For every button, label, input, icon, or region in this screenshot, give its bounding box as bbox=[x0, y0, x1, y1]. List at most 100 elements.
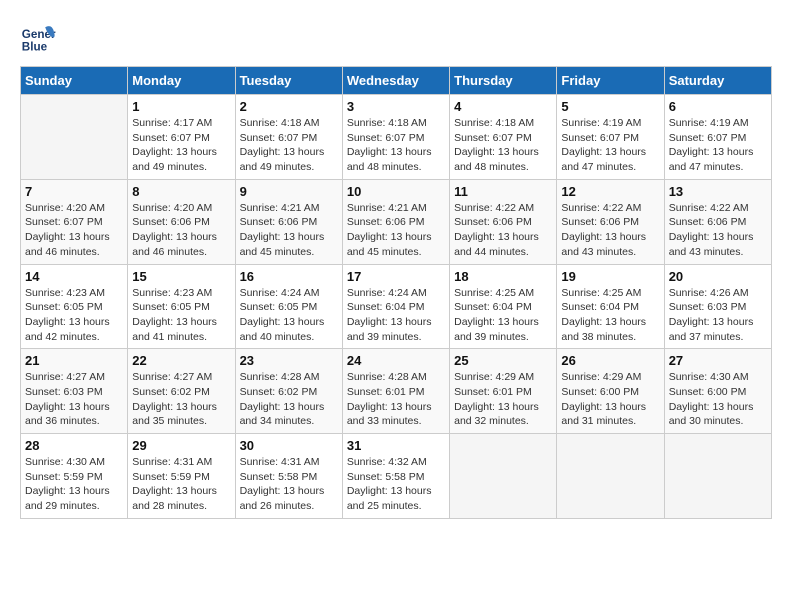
day-number: 17 bbox=[347, 269, 445, 284]
day-info: Sunrise: 4:25 AM Sunset: 6:04 PM Dayligh… bbox=[561, 286, 659, 345]
calendar-cell: 1Sunrise: 4:17 AM Sunset: 6:07 PM Daylig… bbox=[128, 95, 235, 180]
weekday-header: Thursday bbox=[450, 67, 557, 95]
calendar-cell bbox=[450, 434, 557, 519]
day-number: 22 bbox=[132, 353, 230, 368]
calendar-cell: 4 Sunrise: 4:18 AM Sunset: 6:07 PM Daylig… bbox=[450, 95, 557, 180]
day-number: 13 bbox=[669, 184, 767, 199]
day-number: 19 bbox=[561, 269, 659, 284]
weekday-header: Friday bbox=[557, 67, 664, 95]
day-info: Sunrise: 4:27 AM Sunset: 6:03 PM Dayligh… bbox=[25, 370, 123, 429]
day-number: 3 bbox=[347, 99, 445, 114]
calendar-cell: 28 Sunrise: 4:30 AM Sunset: 5:59 PM Dayli… bbox=[21, 434, 128, 519]
calendar-cell: 24 Sunrise: 4:28 AM Sunset: 6:01 PM Dayli… bbox=[342, 349, 449, 434]
day-info: Sunrise: 4:24 AM Sunset: 6:04 PM Dayligh… bbox=[347, 286, 445, 345]
day-number: 28 bbox=[25, 438, 123, 453]
calendar-cell: 11 Sunrise: 4:22 AM Sunset: 6:06 PM Dayli… bbox=[450, 179, 557, 264]
day-number: 4 bbox=[454, 99, 552, 114]
calendar-cell bbox=[21, 95, 128, 180]
day-number: 6 bbox=[669, 99, 767, 114]
calendar-cell: 26Sunrise: 4:29 AM Sunset: 6:00 PM Dayli… bbox=[557, 349, 664, 434]
day-info: Sunrise: 4:32 AM Sunset: 5:58 PM Dayligh… bbox=[347, 455, 445, 514]
day-number: 20 bbox=[669, 269, 767, 284]
calendar-cell: 3 Sunrise: 4:18 AM Sunset: 6:07 PM Daylig… bbox=[342, 95, 449, 180]
day-number: 24 bbox=[347, 353, 445, 368]
calendar-cell: 10 Sunrise: 4:21 AM Sunset: 6:06 PM Dayli… bbox=[342, 179, 449, 264]
day-info: Sunrise: 4:31 AM Sunset: 5:59 PM Dayligh… bbox=[132, 455, 230, 514]
calendar-cell: 14 Sunrise: 4:23 AM Sunset: 6:05 PM Dayli… bbox=[21, 264, 128, 349]
calendar-week-row: 28 Sunrise: 4:30 AM Sunset: 5:59 PM Dayli… bbox=[21, 434, 772, 519]
day-info: Sunrise: 4:18 AM Sunset: 6:07 PM Dayligh… bbox=[454, 116, 552, 175]
day-info: Sunrise: 4:21 AM Sunset: 6:06 PM Dayligh… bbox=[240, 201, 338, 260]
calendar-cell bbox=[664, 434, 771, 519]
day-info: Sunrise: 4:22 AM Sunset: 6:06 PM Dayligh… bbox=[561, 201, 659, 260]
day-info: Sunrise: 4:31 AM Sunset: 5:58 PM Dayligh… bbox=[240, 455, 338, 514]
calendar-cell: 7Sunrise: 4:20 AM Sunset: 6:07 PM Daylig… bbox=[21, 179, 128, 264]
day-info: Sunrise: 4:29 AM Sunset: 6:01 PM Dayligh… bbox=[454, 370, 552, 429]
day-info: Sunrise: 4:19 AM Sunset: 6:07 PM Dayligh… bbox=[669, 116, 767, 175]
svg-text:Blue: Blue bbox=[22, 41, 48, 54]
calendar-week-row: 21 Sunrise: 4:27 AM Sunset: 6:03 PM Dayli… bbox=[21, 349, 772, 434]
day-number: 8 bbox=[132, 184, 230, 199]
calendar-cell: 9 Sunrise: 4:21 AM Sunset: 6:06 PM Daylig… bbox=[235, 179, 342, 264]
day-number: 16 bbox=[240, 269, 338, 284]
calendar-cell: 8 Sunrise: 4:20 AM Sunset: 6:06 PM Daylig… bbox=[128, 179, 235, 264]
calendar-cell: 29 Sunrise: 4:31 AM Sunset: 5:59 PM Dayli… bbox=[128, 434, 235, 519]
day-number: 9 bbox=[240, 184, 338, 199]
day-number: 14 bbox=[25, 269, 123, 284]
day-info: Sunrise: 4:23 AM Sunset: 6:05 PM Dayligh… bbox=[25, 286, 123, 345]
day-info: Sunrise: 4:22 AM Sunset: 6:06 PM Dayligh… bbox=[669, 201, 767, 260]
calendar-cell: 12 Sunrise: 4:22 AM Sunset: 6:06 PM Dayli… bbox=[557, 179, 664, 264]
calendar-cell: 5 Sunrise: 4:19 AM Sunset: 6:07 PM Daylig… bbox=[557, 95, 664, 180]
day-number: 12 bbox=[561, 184, 659, 199]
day-number: 21 bbox=[25, 353, 123, 368]
day-info: Sunrise: 4:24 AM Sunset: 6:05 PM Dayligh… bbox=[240, 286, 338, 345]
weekday-header: Monday bbox=[128, 67, 235, 95]
day-number: 23 bbox=[240, 353, 338, 368]
day-number: 27 bbox=[669, 353, 767, 368]
calendar-cell: 23Sunrise: 4:28 AM Sunset: 6:02 PM Dayli… bbox=[235, 349, 342, 434]
calendar-header: SundayMondayTuesdayWednesdayThursdayFrid… bbox=[21, 67, 772, 95]
header: General Blue bbox=[20, 20, 772, 56]
day-info: Sunrise: 4:20 AM Sunset: 6:06 PM Dayligh… bbox=[132, 201, 230, 260]
calendar-cell: 13 Sunrise: 4:22 AM Sunset: 6:06 PM Dayli… bbox=[664, 179, 771, 264]
day-info: Sunrise: 4:22 AM Sunset: 6:06 PM Dayligh… bbox=[454, 201, 552, 260]
day-info: Sunrise: 4:27 AM Sunset: 6:02 PM Dayligh… bbox=[132, 370, 230, 429]
calendar-week-row: 1Sunrise: 4:17 AM Sunset: 6:07 PM Daylig… bbox=[21, 95, 772, 180]
weekday-header: Wednesday bbox=[342, 67, 449, 95]
day-number: 29 bbox=[132, 438, 230, 453]
day-info: Sunrise: 4:21 AM Sunset: 6:06 PM Dayligh… bbox=[347, 201, 445, 260]
calendar-table: SundayMondayTuesdayWednesdayThursdayFrid… bbox=[20, 66, 772, 519]
day-info: Sunrise: 4:25 AM Sunset: 6:04 PM Dayligh… bbox=[454, 286, 552, 345]
logo: General Blue bbox=[20, 20, 60, 56]
calendar-cell: 15Sunrise: 4:23 AM Sunset: 6:05 PM Dayli… bbox=[128, 264, 235, 349]
calendar-week-row: 14 Sunrise: 4:23 AM Sunset: 6:05 PM Dayli… bbox=[21, 264, 772, 349]
day-info: Sunrise: 4:30 AM Sunset: 5:59 PM Dayligh… bbox=[25, 455, 123, 514]
day-number: 11 bbox=[454, 184, 552, 199]
day-info: Sunrise: 4:17 AM Sunset: 6:07 PM Dayligh… bbox=[132, 116, 230, 175]
day-info: Sunrise: 4:28 AM Sunset: 6:01 PM Dayligh… bbox=[347, 370, 445, 429]
calendar-cell: 19 Sunrise: 4:25 AM Sunset: 6:04 PM Dayli… bbox=[557, 264, 664, 349]
day-info: Sunrise: 4:20 AM Sunset: 6:07 PM Dayligh… bbox=[25, 201, 123, 260]
logo-icon: General Blue bbox=[20, 20, 56, 56]
day-number: 26 bbox=[561, 353, 659, 368]
day-number: 10 bbox=[347, 184, 445, 199]
day-number: 18 bbox=[454, 269, 552, 284]
calendar-cell: 21 Sunrise: 4:27 AM Sunset: 6:03 PM Dayli… bbox=[21, 349, 128, 434]
calendar-cell bbox=[557, 434, 664, 519]
calendar-week-row: 7Sunrise: 4:20 AM Sunset: 6:07 PM Daylig… bbox=[21, 179, 772, 264]
day-info: Sunrise: 4:18 AM Sunset: 6:07 PM Dayligh… bbox=[240, 116, 338, 175]
calendar-cell: 18 Sunrise: 4:25 AM Sunset: 6:04 PM Dayli… bbox=[450, 264, 557, 349]
day-number: 5 bbox=[561, 99, 659, 114]
weekday-header: Tuesday bbox=[235, 67, 342, 95]
calendar-cell: 25 Sunrise: 4:29 AM Sunset: 6:01 PM Dayli… bbox=[450, 349, 557, 434]
weekday-header: Sunday bbox=[21, 67, 128, 95]
calendar-cell: 2 Sunrise: 4:18 AM Sunset: 6:07 PM Daylig… bbox=[235, 95, 342, 180]
day-number: 25 bbox=[454, 353, 552, 368]
calendar-cell: 27 Sunrise: 4:30 AM Sunset: 6:00 PM Dayli… bbox=[664, 349, 771, 434]
day-number: 2 bbox=[240, 99, 338, 114]
day-info: Sunrise: 4:19 AM Sunset: 6:07 PM Dayligh… bbox=[561, 116, 659, 175]
day-info: Sunrise: 4:30 AM Sunset: 6:00 PM Dayligh… bbox=[669, 370, 767, 429]
calendar-cell: 17 Sunrise: 4:24 AM Sunset: 6:04 PM Dayli… bbox=[342, 264, 449, 349]
day-info: Sunrise: 4:18 AM Sunset: 6:07 PM Dayligh… bbox=[347, 116, 445, 175]
calendar-cell: 22 Sunrise: 4:27 AM Sunset: 6:02 PM Dayli… bbox=[128, 349, 235, 434]
